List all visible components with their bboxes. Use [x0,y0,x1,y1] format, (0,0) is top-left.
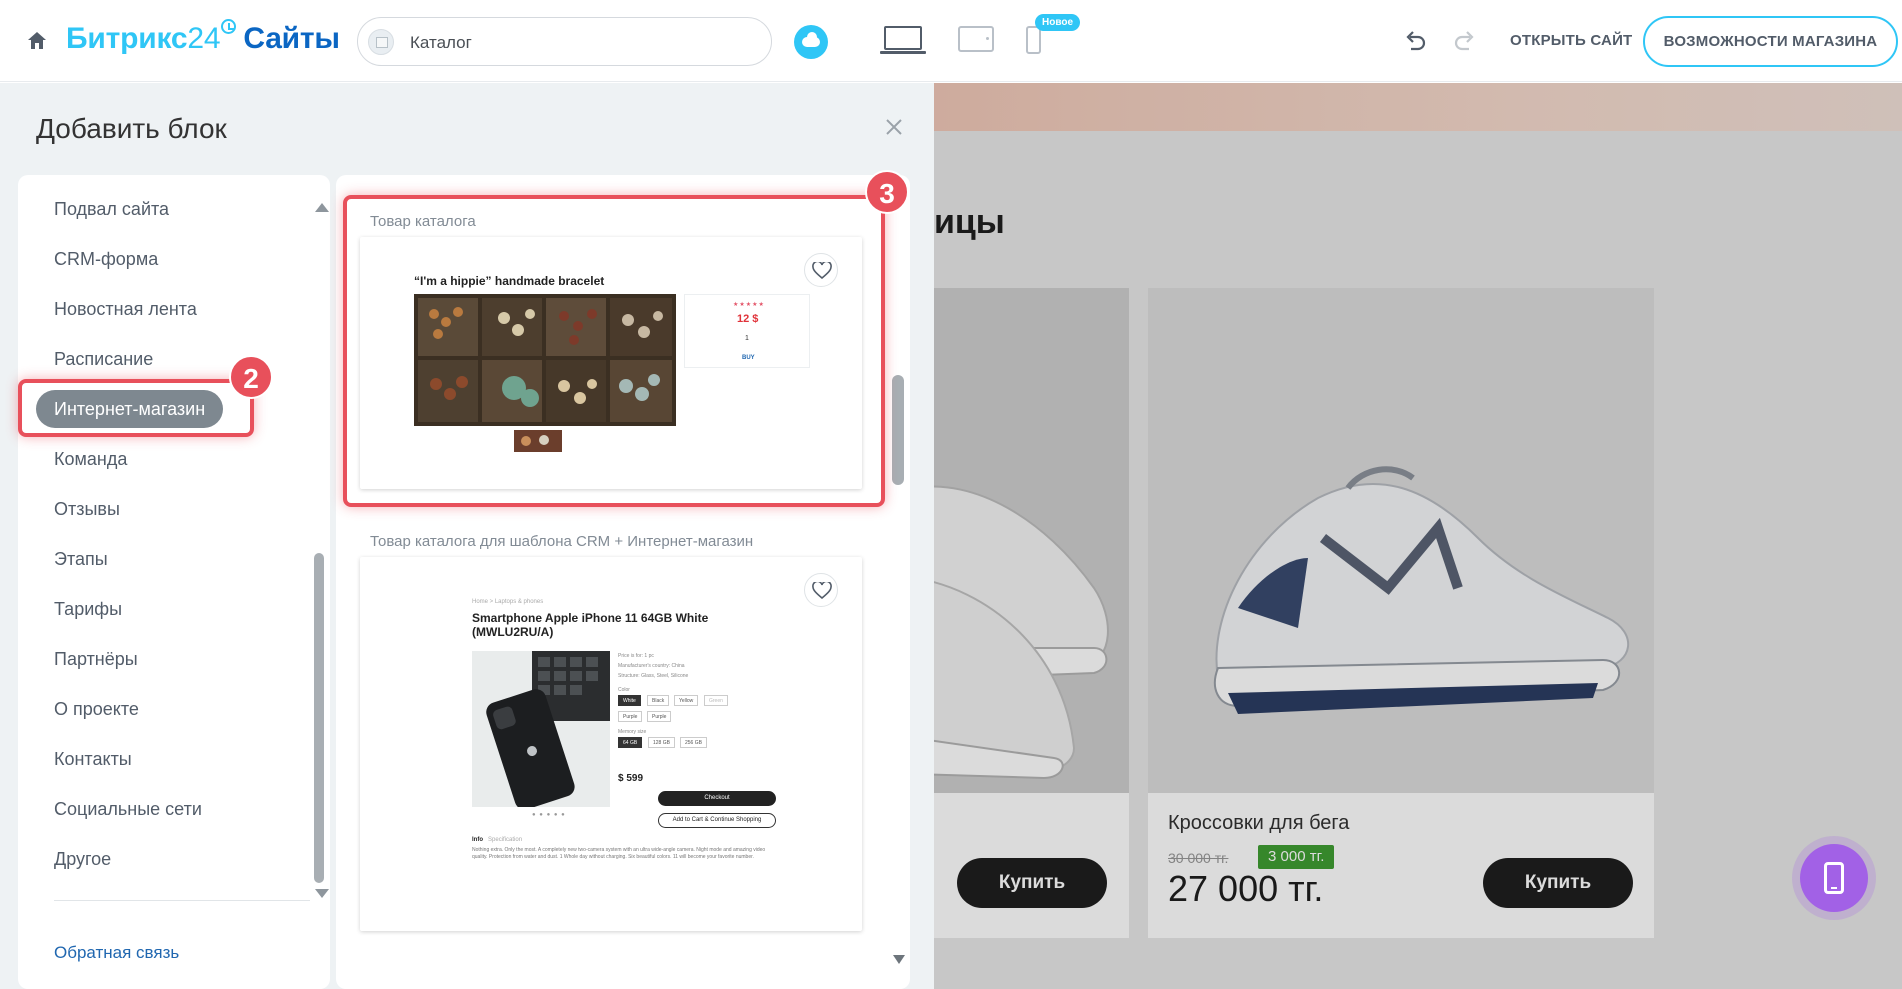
preview-thumbnail [514,430,562,452]
scroll-up-arrow-icon[interactable] [315,203,329,212]
cloud-publish-icon[interactable] [794,25,828,59]
preview-buy-panel: ★★★★★ 12 $ 1 BUY [684,294,810,368]
category-item[interactable]: Другое [54,849,111,870]
close-icon[interactable] [883,116,905,138]
heart-icon [812,582,832,600]
block-label: Товар каталога [370,213,476,230]
block-label: Товар каталога для шаблона CRM + Интерне… [370,533,754,550]
add-block-panel: Добавить блок Подвал сайта CRM-форма Нов… [0,83,934,989]
preview-title: “I'm a hippie” handmade bracelet [414,274,605,288]
category-item[interactable]: О проекте [54,699,139,720]
product-old-price: 30 000 тг. [1168,850,1229,866]
category-item[interactable]: Отзывы [54,499,120,520]
preview-price: $ 599 [618,773,644,784]
memory-chip: 256 GB [680,737,707,748]
color-chip: White [618,695,641,706]
color-chip: Purple [618,711,643,722]
store-features-button[interactable]: ВОЗМОЖНОСТИ МАГАЗИНА [1643,16,1898,67]
block-card-catalog-item[interactable]: “I'm a hippie” handmade bracelet ★★★★★ 1… [360,237,862,489]
preview-qty: 1 [745,335,749,342]
favorite-button[interactable] [804,573,838,607]
product-card: Купить [934,288,1129,938]
preview-add-to-cart-button: Add to Cart & Continue Shopping [658,813,776,828]
page-select-value: Каталог [410,33,472,52]
category-item[interactable]: Этапы [54,549,108,570]
preview-checkout-button: Checkout [658,791,776,806]
block-list-scrollbar[interactable] [892,375,904,485]
smartphone-icon [1824,862,1844,894]
panel-title: Добавить блок [36,113,227,144]
open-site-link[interactable]: ОТКРЫТЬ САЙТ [1510,32,1632,49]
product-name: Кроссовки для бега [1168,812,1350,834]
product-photo-sneakers [934,288,1129,793]
preview-tabs: Info Specification [472,837,523,843]
new-badge: Новое [1035,14,1081,31]
home-icon[interactable] [26,30,48,52]
memory-chip: 128 GB [648,737,675,748]
rating-stars: ★★★★★ [733,302,765,308]
preview-description: Nothing extra. Only the most. A complete… [472,847,766,860]
preview-breadcrumb: Home > Laptops & phones [472,599,544,605]
preview-bracelet-image [414,294,676,426]
color-chip: Purple [647,711,672,722]
category-item-online-store[interactable]: Интернет-магазин [36,390,224,428]
mobile-view-icon[interactable] [1026,26,1041,54]
category-item[interactable]: Тарифы [54,599,122,620]
discount-badge: 3 000 тг. [1258,845,1335,869]
preview-structure: Structure: Glass, Steel, Silicone [618,673,689,679]
buy-button[interactable]: Купить [1483,858,1633,908]
category-item[interactable]: Подвал сайта [54,199,169,220]
category-item[interactable]: Новостная лента [54,299,197,320]
color-chip: Black [647,695,670,706]
category-item[interactable]: Расписание [54,349,153,370]
scroll-down-arrow-icon[interactable] [893,955,905,964]
preview-price: 12 $ [737,313,759,325]
category-item[interactable]: CRM-форма [54,249,158,270]
scroll-down-arrow-icon[interactable] [315,889,329,898]
category-list: Подвал сайта CRM-форма Новостная лента Р… [18,175,330,989]
site-preview: ицы Купить Кроссовки для бега 30 000 тг.… [934,83,1902,989]
bitrix24-sites-logo[interactable]: Битрикс24 Сайты [66,19,340,56]
category-item[interactable]: Контакты [54,749,132,770]
color-chip: Green [704,695,728,706]
product-card: Кроссовки для бега 30 000 тг. 3 000 тг. … [1148,288,1654,938]
desktop-view-icon[interactable] [880,26,926,56]
redo-icon[interactable] [1452,28,1478,54]
category-item[interactable]: Команда [54,449,127,470]
favorite-button[interactable] [804,253,838,287]
preview-hero-strip [934,83,1902,131]
tablet-view-icon[interactable] [958,26,994,52]
block-list: Товар каталога “I'm a hippie” handmade b… [336,175,910,989]
product-photo-running-shoes [1148,288,1654,793]
color-chip: Yellow [674,695,699,706]
preview-country: Manufacturer's country: China [618,663,685,669]
page-thumbnail-icon [368,29,394,55]
undo-icon[interactable] [1402,28,1428,54]
preview-title: Smartphone Apple iPhone 11 64GB White (M… [472,611,709,639]
mobile-preview-button[interactable] [1800,844,1868,912]
product-price: 27 000 тг. [1168,868,1324,909]
category-item[interactable]: Социальные сети [54,799,202,820]
preview-section-heading: ицы [934,203,1005,241]
divider [54,900,310,901]
preview-iphone-image [472,651,610,807]
heart-icon [812,262,832,280]
block-card-catalog-item-crm[interactable]: Home > Laptops & phones Smartphone Apple… [360,557,862,931]
page-select[interactable]: Каталог [357,17,772,66]
annotation-step-2: 2 [229,355,273,399]
preview-memory-label: Memory size [618,729,647,735]
feedback-link[interactable]: Обратная связь [54,943,179,963]
category-item[interactable]: Партнёры [54,649,138,670]
clock-icon [221,19,237,34]
preview-color-label: Color [618,687,630,693]
carousel-dots: ● ● ● ● ● [532,812,566,818]
memory-chip: 64 GB [618,737,643,748]
annotation-step-3: 3 [865,170,909,214]
buy-button[interactable]: Купить [957,858,1107,908]
top-bar: Битрикс24 Сайты Каталог Новое ОТКРЫТЬ САЙ… [0,0,1902,82]
preview-price-for: Price is for: 1 pc [618,653,654,659]
category-scrollbar[interactable] [314,553,324,883]
preview-buy-link: BUY [742,355,755,361]
